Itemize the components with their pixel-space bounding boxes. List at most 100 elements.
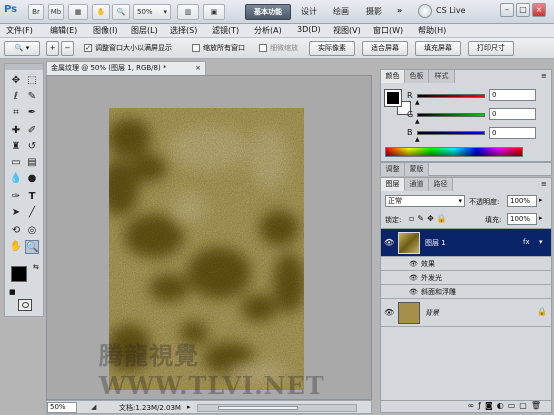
pen-tool-icon[interactable]: ✑ [9,190,23,204]
zoom-out-icon[interactable]: − [61,41,74,56]
menu-select[interactable]: 选择(S) [170,25,197,36]
layers-footer-buttons[interactable]: ∞ƒ◙◐▭▢🗑 [381,400,551,412]
history-brush-tool-icon[interactable]: ↺ [25,140,39,154]
line-tool-icon[interactable]: ╱ [25,206,39,220]
cs-live-button[interactable]: CS Live [436,6,466,15]
channel-b-input[interactable]: 0 [489,127,536,139]
zoom-field[interactable]: 50% [47,402,77,413]
opacity-arrow-icon[interactable]: ▸ [539,196,543,204]
channel-r-slider[interactable] [417,94,485,98]
layer-name[interactable]: 图层 1 [425,238,446,248]
tab-layers[interactable]: 图层 [381,178,405,191]
print-size-button[interactable]: 打印尺寸 [468,41,514,56]
zoom-level-select[interactable]: 50% ▾ [133,4,171,20]
effect-bevel-emboss[interactable]: 👁 斜面和浮雕 [381,285,551,299]
slider-handle-icon[interactable]: ▲ [415,118,420,125]
menu-filter[interactable]: 滤镜(T) [212,25,239,36]
scrubby-zoom-checkbox[interactable] [259,44,267,52]
tab-masks[interactable]: 蒙版 [405,163,429,176]
workspace-painting[interactable]: 绘画 [333,6,349,17]
workspace-photography[interactable]: 摄影 [366,6,382,17]
effect-outer-glow[interactable]: 👁 外发光 [381,271,551,285]
toolbox-grip[interactable] [5,64,43,70]
fill-screen-button[interactable]: 填充屏幕 [415,41,461,56]
fill-input[interactable]: 100% [507,213,537,225]
dodge-tool-icon[interactable]: ● [25,172,39,186]
eraser-tool-icon[interactable]: ▭ [9,156,23,170]
info-icon[interactable]: ◢ [91,403,96,411]
slider-handle-icon[interactable]: ▲ [415,136,420,143]
menu-help[interactable]: 帮助(H) [418,25,446,36]
add-mask-icon[interactable]: ◙ [485,401,497,410]
fx-icon[interactable]: fx [523,238,530,246]
menu-window[interactable]: 窗口(W) [373,25,403,36]
tool-preset-picker[interactable]: 🔍 ▾ [4,41,40,56]
view-extras-button[interactable]: ▦ [68,4,88,20]
tab-channels[interactable]: 通道 [405,178,429,191]
menu-edit[interactable]: 编辑(E) [50,25,77,36]
clone-stamp-tool-icon[interactable]: ♜ [9,140,23,154]
channel-g-slider[interactable] [417,113,485,117]
hand-tool-icon[interactable]: ✋ [92,4,110,20]
foreground-color-box[interactable] [384,89,402,107]
tab-adjustments[interactable]: 调整 [381,163,405,176]
eyedropper-tool-icon[interactable]: ✒ [25,106,39,120]
mini-bridge-button[interactable]: Mb [48,4,64,20]
quick-select-tool-icon[interactable]: ✎ [25,90,39,104]
workspace-essentials[interactable]: 基本功能 [245,4,291,20]
layer-row-selected[interactable]: 👁 图层 1 fx ▾ [381,229,551,257]
path-select-tool-icon[interactable]: ➤ [9,206,23,220]
zoom-in-icon[interactable]: + [46,41,59,56]
tab-swatches[interactable]: 色板 [405,70,429,83]
type-tool-icon[interactable]: T [25,190,39,204]
eye-icon[interactable]: 👁 [409,260,418,268]
menu-file[interactable]: 文件(F) [6,25,33,36]
slider-handle-icon[interactable]: ▲ [415,99,420,106]
healing-brush-tool-icon[interactable]: ✚ [9,124,23,138]
fill-arrow-icon[interactable]: ▸ [539,214,543,222]
horizontal-scrollbar[interactable] [197,404,357,412]
menu-layer[interactable]: 图层(L) [131,25,158,36]
effects-row[interactable]: 👁 效果 [381,257,551,271]
resize-windows-checkbox[interactable]: ✓ [84,44,92,52]
eye-icon[interactable]: 👁 [409,288,418,296]
document-tab[interactable]: 金属纹理 @ 50% (图层 1, RGB/8) * × [46,61,206,75]
3d-rotate-tool-icon[interactable]: ⟲ [9,224,23,238]
3d-orbit-tool-icon[interactable]: ◎ [25,224,39,238]
status-menu-arrow-icon[interactable]: ▸ [187,403,191,411]
layer-row-background[interactable]: 👁 背景 🔒 [381,299,551,327]
marquee-tool-icon[interactable]: ⬚ [25,74,39,88]
color-spectrum-ramp[interactable] [385,147,523,157]
zoom-tool-icon[interactable]: 🔍 [25,240,39,254]
new-group-icon[interactable]: ▭ [508,401,520,410]
menu-analysis[interactable]: 分析(A) [254,25,282,36]
zoom-tool-icon[interactable]: 🔍 [112,4,130,20]
panel-menu-icon[interactable]: ≡ [541,72,547,80]
screen-mode-button[interactable]: ▣ [203,4,225,20]
blend-mode-select[interactable]: 正常 ▾ [385,195,465,207]
actual-pixels-button[interactable]: 实际像素 [309,41,355,56]
blur-tool-icon[interactable]: 💧 [9,172,23,186]
arrange-documents-button[interactable]: ▥ [177,4,199,20]
eye-icon[interactable]: 👁 [409,274,418,282]
lock-icons[interactable]: ▫✎✥🔒 [409,214,450,223]
tab-paths[interactable]: 路径 [429,178,453,191]
link-layers-icon[interactable]: ∞ [467,401,478,410]
add-style-icon[interactable]: ƒ [478,401,485,410]
maximize-button[interactable]: □ [516,3,530,17]
panel-menu-icon[interactable]: ≡ [541,180,547,188]
lasso-tool-icon[interactable]: ℓ [9,90,23,104]
scrollbar-thumb[interactable] [218,406,298,410]
default-colors-icon[interactable]: ■ [9,288,16,296]
hand-tool-icon[interactable]: ✋ [9,240,23,254]
crop-tool-icon[interactable]: ⌗ [9,106,23,120]
swap-colors-icon[interactable]: ⇆ [33,263,39,271]
close-document-icon[interactable]: × [195,62,201,74]
delete-layer-icon[interactable]: 🗑 [531,401,545,410]
bridge-button[interactable]: Br [28,4,44,20]
menu-image[interactable]: 图像(I) [93,25,118,36]
move-tool-icon[interactable]: ✥ [9,74,23,88]
tab-color[interactable]: 颜色 [381,70,405,83]
opacity-input[interactable]: 100% [507,195,537,207]
menu-view[interactable]: 视图(V) [333,25,361,36]
